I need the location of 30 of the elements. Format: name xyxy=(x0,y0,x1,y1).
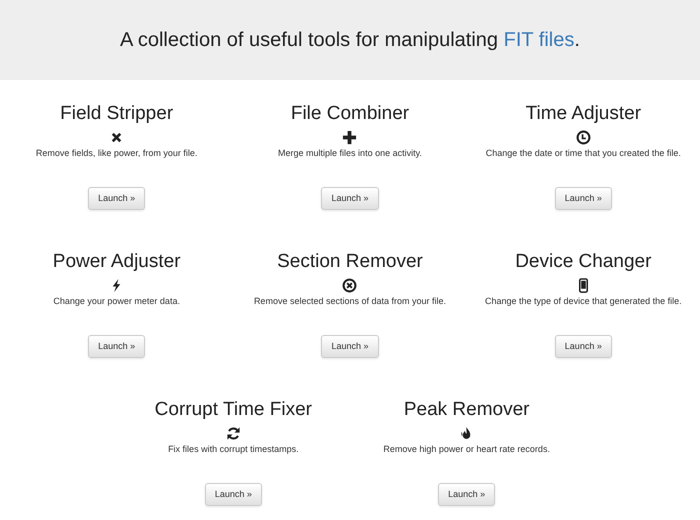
tool-description: Merge multiple files into one activity. xyxy=(278,147,422,160)
tool-title: Device Changer xyxy=(515,250,652,274)
x-circle-icon xyxy=(342,278,358,293)
tool-description: Fix files with corrupt timestamps. xyxy=(168,443,299,456)
tool-description: Change your power meter data. xyxy=(53,295,180,308)
tool-title: Field Stripper xyxy=(60,102,174,126)
launch-button[interactable]: Launch » xyxy=(88,334,146,358)
tagline-text: A collection of useful tools for manipulating FIT files. xyxy=(120,28,580,53)
plus-icon xyxy=(342,130,358,145)
tool-description: Remove selected sections of data from your file. xyxy=(254,295,446,308)
tool-description: Change the date or time that you created the file. xyxy=(486,147,681,160)
tool-description: Change the type of device that generated the file. xyxy=(485,295,682,308)
refresh-icon xyxy=(226,426,241,441)
tool-description: Remove fields, like power, from your file. xyxy=(36,147,198,160)
tool-title: Section Remover xyxy=(277,250,423,274)
launch-button[interactable]: Launch » xyxy=(554,334,612,358)
tool-title: Corrupt Time Fixer xyxy=(154,398,312,422)
tool-title: Time Adjuster xyxy=(526,102,642,126)
launch-button[interactable]: Launch » xyxy=(321,186,379,210)
tool-title: Peak Remover xyxy=(404,398,530,422)
clock-icon xyxy=(576,130,591,145)
tool-title: Power Adjuster xyxy=(52,250,181,274)
tool-description: Remove high power or heart rate records. xyxy=(383,443,550,456)
launch-button[interactable]: Launch » xyxy=(204,482,262,506)
launch-button[interactable]: Launch » xyxy=(88,186,146,210)
fit-files-link[interactable]: FIT files xyxy=(504,29,574,51)
launch-button[interactable]: Launch » xyxy=(438,482,496,506)
launch-button[interactable]: Launch » xyxy=(554,186,612,210)
tool-title: File Combiner xyxy=(290,102,410,126)
launch-button[interactable]: Launch » xyxy=(321,334,379,358)
